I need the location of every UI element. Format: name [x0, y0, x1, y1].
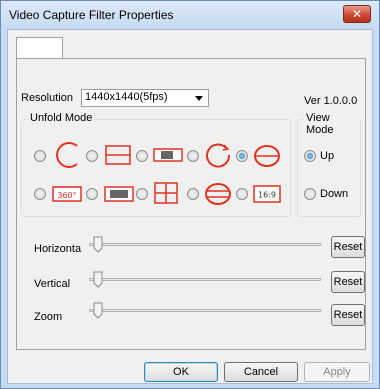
label-360: 360° — [57, 191, 76, 200]
horizontal-slider-track[interactable] — [89, 243, 321, 246]
unfold-radio-4[interactable] — [187, 150, 199, 162]
vertical-label: Vertical — [34, 278, 71, 290]
chevron-down-icon — [195, 96, 203, 101]
unfold-radio-7[interactable] — [86, 188, 98, 200]
resolution-select[interactable]: 1440x1440(5fps) — [81, 89, 209, 107]
view-mode-down-radio[interactable] — [304, 188, 316, 200]
vertical-slider-thumb[interactable] — [93, 271, 103, 288]
view-mode-up-radio[interactable] — [304, 150, 316, 162]
zoom-slider-track[interactable] — [89, 309, 321, 312]
zoom-label: Zoom — [34, 311, 63, 323]
panorama-strip-icon[interactable] — [153, 148, 183, 162]
apply-button[interactable]: Apply — [304, 362, 370, 382]
unfold-radio-6[interactable] — [34, 188, 46, 200]
16-9-view-icon[interactable]: 16:9 — [253, 185, 281, 203]
close-icon: ✕ — [351, 7, 363, 21]
tab-panel: Resolution 1440x1440(5fps) Ver 1.0.0.0 U… — [16, 58, 366, 350]
zoom-reset-button[interactable]: Reset — [331, 304, 365, 326]
360-panorama-icon[interactable]: 360° — [52, 186, 82, 202]
circle-arc-icon[interactable] — [52, 140, 82, 170]
resolution-label: Resolution — [21, 92, 73, 104]
rect-two-bands-icon[interactable] — [104, 144, 132, 166]
unfold-mode-title: Unfold Mode — [28, 112, 95, 124]
dialog-client-area: Resolution 1440x1440(5fps) Ver 1.0.0.0 U… — [7, 29, 373, 384]
quad-view-icon[interactable] — [153, 181, 179, 205]
cancel-button[interactable]: Cancel — [224, 362, 298, 382]
ellipse-band-icon[interactable] — [204, 182, 232, 206]
view-mode-title: View Mode — [304, 112, 360, 136]
view-mode-group: View Mode Up Down — [297, 112, 361, 217]
resolution-value: 1440x1440(5fps) — [85, 91, 168, 103]
view-mode-down-label[interactable]: Down — [320, 188, 348, 200]
properties-dialog: Video Capture Filter Properties ✕ Resolu… — [0, 0, 380, 389]
horizontal-label: Horizonta — [34, 243, 82, 255]
circle-open-icon[interactable] — [204, 142, 232, 168]
title-bar[interactable]: Video Capture Filter Properties ✕ — [1, 1, 379, 29]
horizontal-reset-button[interactable]: Reset — [331, 236, 365, 258]
horizontal-slider-thumb[interactable] — [93, 236, 103, 253]
vertical-reset-button[interactable]: Reset — [331, 271, 365, 293]
unfold-radio-5[interactable] — [236, 150, 248, 162]
unfold-radio-10[interactable] — [236, 188, 248, 200]
close-button[interactable]: ✕ — [343, 5, 371, 23]
tab-properties[interactable] — [16, 37, 63, 59]
unfold-mode-group: Unfold Mode 360° 16:9 — [21, 112, 291, 217]
unfold-radio-2[interactable] — [86, 150, 98, 162]
unfold-radio-1[interactable] — [34, 150, 46, 162]
unfold-radio-9[interactable] — [187, 188, 199, 200]
view-mode-up-label[interactable]: Up — [320, 150, 334, 162]
window-title: Video Capture Filter Properties — [9, 8, 174, 22]
version-label: Ver 1.0.0.0 — [304, 95, 358, 107]
zoom-slider-thumb[interactable] — [93, 302, 103, 319]
label-16-9: 16:9 — [258, 191, 276, 200]
ellipse-split-icon[interactable] — [253, 144, 281, 168]
unfold-radio-3[interactable] — [136, 150, 148, 162]
single-view-icon[interactable] — [104, 186, 134, 202]
ok-button[interactable]: OK — [144, 362, 218, 382]
unfold-radio-8[interactable] — [136, 188, 148, 200]
vertical-slider-track[interactable] — [89, 278, 321, 281]
